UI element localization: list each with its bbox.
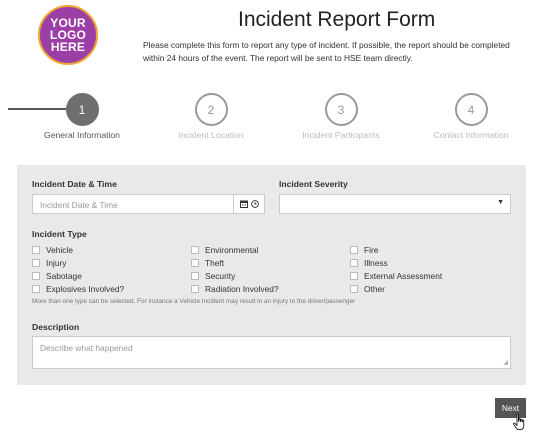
company-logo: YOUR LOGO HERE: [38, 5, 98, 65]
step-number: 3: [324, 93, 358, 126]
step-label: Incident Location: [178, 130, 244, 140]
hand-cursor-icon: [513, 413, 525, 430]
checkbox-sabotage[interactable]: Sabotage: [32, 271, 82, 281]
description-placeholder: Describe what happened: [40, 343, 133, 353]
checkbox-label: Theft: [205, 258, 225, 268]
checkbox-label: Environmental: [205, 245, 259, 255]
form-panel: Incident Date & Time Incident Date & Tim…: [17, 165, 526, 385]
checkbox-injury[interactable]: Injury: [32, 258, 66, 268]
checkbox-other[interactable]: Other: [350, 284, 385, 294]
caret-down-icon: ▼: [497, 199, 504, 206]
checkbox-box[interactable]: [32, 272, 40, 280]
checkbox-label: Explosives Involved?: [46, 284, 125, 294]
checkbox-illness[interactable]: Illness: [350, 258, 388, 268]
checkbox-environmental[interactable]: Environmental: [191, 245, 259, 255]
checkbox-fire[interactable]: Fire: [350, 245, 378, 255]
checkbox-box[interactable]: [191, 285, 199, 293]
date-time-input[interactable]: Incident Date & Time: [32, 194, 234, 214]
checkbox-label: External Assessment: [364, 271, 443, 281]
description-label: Description: [32, 322, 80, 332]
date-time-addon: [234, 194, 265, 214]
logo-line-3: HERE: [50, 40, 86, 54]
checkbox-label: Injury: [46, 258, 67, 268]
description-textarea[interactable]: Describe what happened ◢: [32, 336, 511, 369]
checkbox-vehicle[interactable]: Vehicle: [32, 245, 73, 255]
checkbox-box[interactable]: [350, 246, 358, 254]
step-label: General Information: [44, 130, 120, 140]
step-incident-participants[interactable]: 3 Incident Participants: [286, 93, 396, 140]
checkbox-box[interactable]: [350, 272, 358, 280]
incident-type-hint: More than one type can be selected. For …: [32, 298, 356, 305]
checkbox-label: Fire: [364, 245, 379, 255]
step-label: Contact Information: [433, 130, 509, 140]
checkbox-radiation[interactable]: Radiation Involved?: [191, 284, 279, 294]
checkbox-theft[interactable]: Theft: [191, 258, 224, 268]
date-label: Incident Date & Time: [32, 179, 117, 189]
step-number: 4: [454, 93, 488, 126]
step-incident-location[interactable]: 2 Incident Location: [156, 93, 266, 140]
step-number: 1: [65, 93, 99, 126]
severity-select[interactable]: ▼: [279, 194, 511, 214]
step-number: 2: [194, 93, 228, 126]
checkbox-label: Illness: [364, 258, 388, 268]
incident-type-label: Incident Type: [32, 229, 87, 239]
checkbox-explosives[interactable]: Explosives Involved?: [32, 284, 124, 294]
checkbox-box[interactable]: [32, 285, 40, 293]
resize-handle-icon[interactable]: ◢: [503, 359, 508, 366]
severity-label: Incident Severity: [279, 179, 348, 189]
checkbox-box[interactable]: [32, 259, 40, 267]
checkbox-label: Sabotage: [46, 271, 82, 281]
checkbox-security[interactable]: Security: [191, 271, 235, 281]
clock-icon[interactable]: [250, 200, 259, 208]
step-contact-information[interactable]: 4 Contact Information: [416, 93, 526, 140]
checkbox-box[interactable]: [32, 246, 40, 254]
checkbox-box[interactable]: [350, 259, 358, 267]
checkbox-box[interactable]: [191, 246, 199, 254]
checkbox-box[interactable]: [350, 285, 358, 293]
checkbox-label: Other: [364, 284, 385, 294]
step-label: Incident Participants: [302, 130, 380, 140]
checkbox-label: Vehicle: [46, 245, 74, 255]
calendar-icon[interactable]: [239, 200, 248, 208]
checkbox-external-assessment[interactable]: External Assessment: [350, 271, 442, 281]
checkbox-box[interactable]: [191, 272, 199, 280]
step-general-information[interactable]: 1 General Information: [27, 93, 137, 140]
checkbox-label: Radiation Involved?: [205, 284, 279, 294]
intro-text: Please complete this form to report any …: [143, 40, 510, 63]
page-title: Incident Report Form: [238, 8, 436, 31]
checkbox-label: Security: [205, 271, 236, 281]
checkbox-box[interactable]: [191, 259, 199, 267]
